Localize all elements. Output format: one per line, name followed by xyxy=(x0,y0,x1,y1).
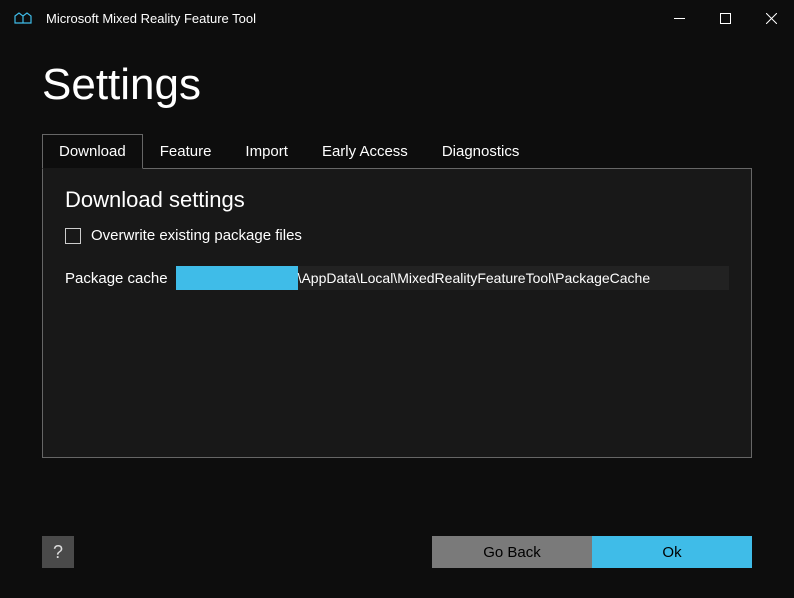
tab-download[interactable]: Download xyxy=(42,134,143,169)
overwrite-checkbox-row: Overwrite existing package files xyxy=(65,227,729,244)
close-button[interactable] xyxy=(748,0,794,36)
minimize-button[interactable] xyxy=(656,0,702,36)
ok-button[interactable]: Ok xyxy=(592,536,752,568)
tabs: Download Feature Import Early Access Dia… xyxy=(42,134,794,169)
app-icon xyxy=(14,11,32,25)
window-controls xyxy=(656,0,794,36)
tab-early-access[interactable]: Early Access xyxy=(305,134,425,169)
titlebar: Microsoft Mixed Reality Feature Tool xyxy=(0,0,794,36)
package-cache-redacted xyxy=(176,266,298,290)
help-button[interactable]: ? xyxy=(42,536,74,568)
package-cache-row: Package cache \AppData\Local\MixedRealit… xyxy=(65,266,729,290)
overwrite-checkbox-label: Overwrite existing package files xyxy=(91,227,302,244)
overwrite-checkbox[interactable] xyxy=(65,228,81,244)
tab-import[interactable]: Import xyxy=(228,134,305,169)
package-cache-input[interactable]: \AppData\Local\MixedRealityFeatureTool\P… xyxy=(176,266,729,290)
window-title: Microsoft Mixed Reality Feature Tool xyxy=(46,11,656,26)
footer: ? Go Back Ok xyxy=(42,536,752,568)
tab-diagnostics[interactable]: Diagnostics xyxy=(425,134,537,169)
section-title: Download settings xyxy=(65,187,729,213)
go-back-button[interactable]: Go Back xyxy=(432,536,592,568)
package-cache-path-text: \AppData\Local\MixedRealityFeatureTool\P… xyxy=(298,270,651,286)
page-title: Settings xyxy=(0,36,794,134)
package-cache-label: Package cache xyxy=(65,270,168,287)
maximize-button[interactable] xyxy=(702,0,748,36)
tab-content-download: Download settings Overwrite existing pac… xyxy=(42,168,752,458)
tab-feature[interactable]: Feature xyxy=(143,134,229,169)
footer-buttons: Go Back Ok xyxy=(432,536,752,568)
